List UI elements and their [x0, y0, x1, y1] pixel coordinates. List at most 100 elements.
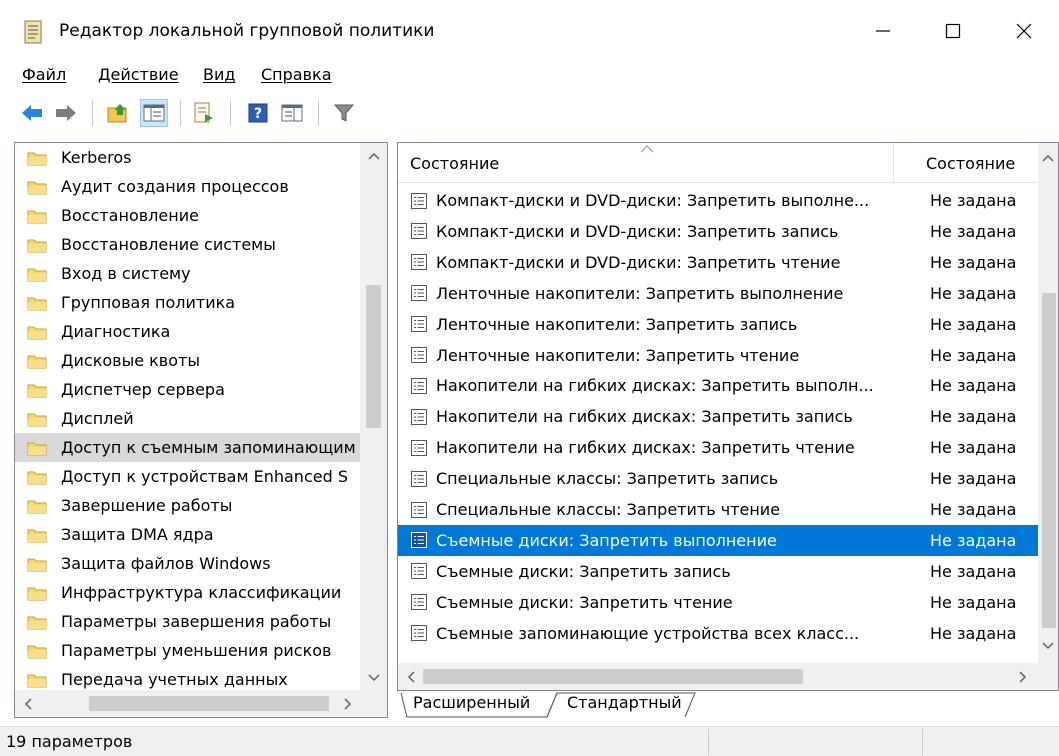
policy-row[interactable]: Компакт-диски и DVD-диски: Запретить вып… [398, 185, 1038, 216]
tree-item-label: Групповая политика [61, 293, 236, 312]
policy-editor-icon [24, 20, 42, 44]
chevron-right-icon[interactable] [1018, 671, 1028, 683]
maximize-icon [945, 23, 961, 39]
chevron-up-icon[interactable] [368, 151, 380, 161]
chevron-left-icon[interactable] [406, 671, 416, 683]
tree-item-label: Kerberos [61, 148, 132, 167]
tree-item[interactable]: Завершение работы [15, 491, 360, 520]
status-divider [708, 729, 709, 755]
policy-setting-icon [411, 439, 427, 456]
tree-item-label: Параметры уменьшения рисков [61, 641, 332, 660]
tree-item-label: Восстановление [61, 206, 199, 225]
tree-horizontal-scrollbar[interactable] [15, 690, 387, 717]
menu-view[interactable]: Вид [203, 65, 235, 84]
status-bar: 19 параметров [0, 726, 1059, 756]
tree-item[interactable]: Дисковые квоты [15, 346, 360, 375]
help-icon: ? [248, 103, 268, 123]
filter-button[interactable] [330, 99, 358, 127]
menu-file[interactable]: Файл [22, 65, 66, 84]
tree-item[interactable]: Восстановление системы [15, 230, 360, 259]
tree-item[interactable]: Групповая политика [15, 288, 360, 317]
tree-item[interactable]: Защита файлов Windows [15, 549, 360, 578]
tree-item[interactable]: Доступ к устройствам Enhanced S [15, 462, 360, 491]
policy-row[interactable]: Компакт-диски и DVD-диски: Запретить зап… [398, 216, 1038, 247]
policy-row[interactable]: Ленточные накопители: Запретить чтение Не… [398, 340, 1038, 371]
folder-icon [27, 529, 47, 542]
folder-icon [27, 297, 47, 310]
policy-row[interactable]: Съемные запоминающие устройства всех кла… [398, 618, 1038, 649]
policy-setting-icon [411, 192, 427, 209]
policy-row[interactable]: Ленточные накопители: Запретить запись Не… [398, 309, 1038, 340]
policy-row[interactable]: Специальные классы: Запретить чтение Не з… [398, 494, 1038, 525]
tree-item[interactable]: Аудит создания процессов [15, 172, 360, 201]
tree-item-label: Передача учетных данных [61, 670, 288, 689]
tree-item[interactable]: Диспетчер сервера [15, 375, 360, 404]
tree-horizontal-scroll-thumb[interactable] [89, 696, 329, 711]
tree-item[interactable]: Параметры завершения работы [15, 607, 360, 636]
tree-item[interactable]: Параметры уменьшения рисков [15, 636, 360, 665]
chevron-down-icon[interactable] [368, 673, 380, 683]
show-hide-tree-button[interactable] [140, 99, 168, 127]
tree-item-label: Дисплей [61, 409, 134, 428]
tree-vertical-scroll-thumb[interactable] [366, 285, 381, 428]
chevron-up-icon[interactable] [1042, 153, 1054, 163]
console-tree[interactable]: Kerberos Аудит создания процессов Восстано… [14, 142, 388, 718]
folder-icon [27, 384, 47, 397]
close-button[interactable] [989, 0, 1059, 62]
policy-row[interactable]: Съемные диски: Запретить чтение Не задана [398, 587, 1038, 618]
help-button[interactable]: ? [244, 99, 272, 127]
tree-item[interactable]: Дисплей [15, 404, 360, 433]
policy-row[interactable]: Накопители на гибких дисках: Запретить в… [398, 370, 1038, 401]
maximize-button[interactable] [918, 0, 988, 62]
folder-icon [27, 181, 47, 194]
policy-row[interactable]: Накопители на гибких дисках: Запретить з… [398, 401, 1038, 432]
back-button[interactable] [18, 99, 46, 127]
tree-item[interactable]: Защита DMA ядра [15, 520, 360, 549]
policy-list[interactable]: Состояние Состояние Компакт-диски и DVD-… [397, 142, 1059, 691]
column-divider[interactable] [893, 143, 894, 183]
folder-icon [27, 674, 47, 687]
forward-arrow-icon [56, 105, 76, 121]
tree-item[interactable]: Kerberos [15, 143, 360, 172]
policy-row[interactable]: Съемные диски: Запретить выполнение Не за… [398, 524, 1038, 556]
chevron-left-icon[interactable] [23, 698, 33, 710]
column-header-state[interactable]: Состояние [926, 154, 1015, 173]
extended-view-button[interactable] [278, 99, 306, 127]
tab-standard[interactable]: Стандартный [567, 693, 682, 712]
menu-action[interactable]: Действие [98, 65, 179, 84]
policy-row[interactable]: Специальные классы: Запретить запись Не з… [398, 463, 1038, 494]
list-horizontal-scrollbar[interactable] [398, 663, 1058, 690]
folder-icon [27, 210, 47, 223]
forward-button[interactable] [52, 99, 80, 127]
tree-vertical-scrollbar[interactable] [360, 143, 387, 691]
tree-item[interactable]: Инфраструктура классификации [15, 578, 360, 607]
policy-row[interactable]: Ленточные накопители: Запретить выполнен… [398, 278, 1038, 309]
export-list-button[interactable] [190, 99, 218, 127]
list-vertical-scrollbar[interactable] [1038, 143, 1058, 664]
menu-help[interactable]: Справка [261, 65, 332, 84]
policy-name: Ленточные накопители: Запретить выполнен… [436, 283, 844, 303]
back-arrow-icon [22, 105, 42, 121]
policy-setting-icon [411, 347, 427, 363]
tree-item[interactable]: Доступ к съемным запоминающим [15, 433, 360, 462]
chevron-down-icon[interactable] [1042, 641, 1054, 651]
policy-setting-icon [411, 470, 427, 487]
up-button[interactable] [104, 99, 132, 127]
policy-setting-icon [411, 594, 427, 611]
tree-item[interactable]: Диагностика [15, 317, 360, 346]
policy-name: Компакт-диски и DVD-диски: Запретить вып… [436, 191, 870, 210]
folder-icon [27, 355, 47, 368]
chevron-right-icon[interactable] [343, 698, 353, 710]
tree-item-label: Дисковые квоты [61, 351, 200, 370]
tree-item[interactable]: Вход в систему [15, 259, 360, 288]
tab-extended[interactable]: Расширенный [413, 693, 530, 712]
list-vertical-scroll-thumb[interactable] [1042, 293, 1056, 628]
policy-row[interactable]: Накопители на гибких дисках: Запретить ч… [398, 432, 1038, 463]
column-header-setting[interactable]: Состояние [410, 154, 499, 173]
list-horizontal-scroll-thumb[interactable] [423, 669, 803, 684]
policy-row[interactable]: Съемные диски: Запретить запись Не задана [398, 556, 1038, 587]
tree-item[interactable]: Восстановление [15, 201, 360, 230]
policy-row[interactable]: Компакт-диски и DVD-диски: Запретить чте… [398, 247, 1038, 278]
minimize-button[interactable] [848, 0, 918, 62]
folder-icon [27, 442, 47, 455]
